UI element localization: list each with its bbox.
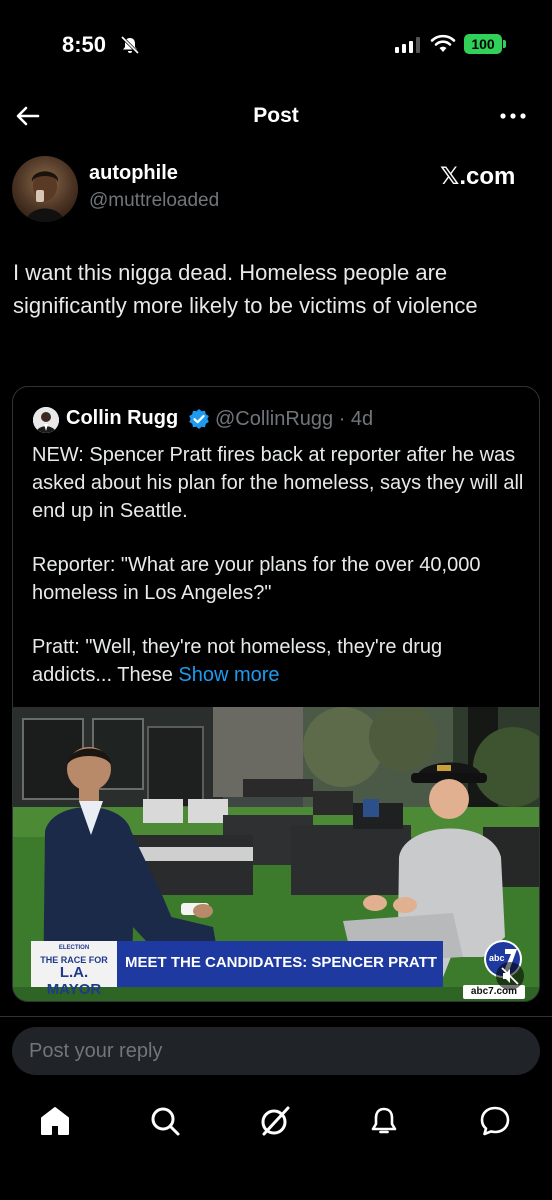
page-title: Post [253,104,299,127]
more-options-icon[interactable] [498,102,528,130]
show-more-link[interactable]: Show more [178,664,279,686]
battery-tip [503,40,506,48]
wifi-icon [430,34,456,52]
race-small-caption: ELECTION [58,945,90,951]
tab-notifications[interactable] [367,1104,401,1138]
tab-home[interactable] [38,1104,72,1138]
quote-paragraph: Pratt: "Well, they're not homeless, they… [32,633,527,689]
bell-off-icon [120,36,140,54]
race-title: L.A. MAYOR [46,964,102,998]
video-thumbnail[interactable]: ELECTION THE RACE FOR L.A. MAYOR MEET TH… [13,707,539,1001]
quote-author-handle: @CollinRugg · 4d [215,408,374,430]
tab-messages[interactable] [478,1104,512,1138]
signal-icon [395,37,420,53]
chat-bubble-icon [480,1106,510,1136]
mute-icon[interactable] [495,961,525,991]
verified-badge-icon [189,409,209,429]
nav-bar: Post [0,92,552,140]
divider [0,1016,552,1017]
post-header: autophile @muttreloaded 𝕏.com [0,154,552,224]
status-bar: 8:50 100 [0,0,552,90]
reply-placeholder: Post your reply [29,1040,163,1062]
headline-banner: MEET THE CANDIDATES: SPENCER PRATT [117,941,443,987]
quote-author-name: Collin Rugg [66,407,179,429]
bottom-tab-bar [0,1090,552,1150]
search-icon [151,1107,180,1136]
tab-search[interactable] [148,1104,182,1138]
quote-author-avatar [33,407,59,433]
grok-icon [261,1106,290,1136]
post-text: I want this nigga dead. Homeless people … [13,260,478,318]
quote-text: NEW: Spencer Pratt fires back at reporte… [32,441,527,715]
x-watermark: 𝕏.com [440,163,516,190]
bell-icon [371,1107,397,1134]
author-avatar[interactable] [12,156,78,222]
home-icon [41,1107,69,1135]
tab-grok[interactable] [258,1104,292,1138]
author-display-name[interactable]: autophile [89,162,178,185]
news-lower-third: ELECTION THE RACE FOR L.A. MAYOR MEET TH… [31,941,443,998]
battery-indicator: 100 [464,34,502,54]
quote-paragraph: NEW: Spencer Pratt fires back at reporte… [32,444,524,522]
author-username[interactable]: @muttreloaded [89,190,219,212]
status-time: 8:50 [62,32,107,57]
reply-input[interactable]: Post your reply [12,1027,540,1075]
quote-paragraph: Reporter: "What are your plans for the o… [32,554,481,604]
news-headline: MEET THE CANDIDATES: SPENCER PRATT [125,954,437,971]
race-badge: ELECTION THE RACE FOR L.A. MAYOR [31,941,117,998]
quoted-post[interactable]: Collin Rugg @CollinRugg · 4d NEW: Spence… [12,386,540,1002]
